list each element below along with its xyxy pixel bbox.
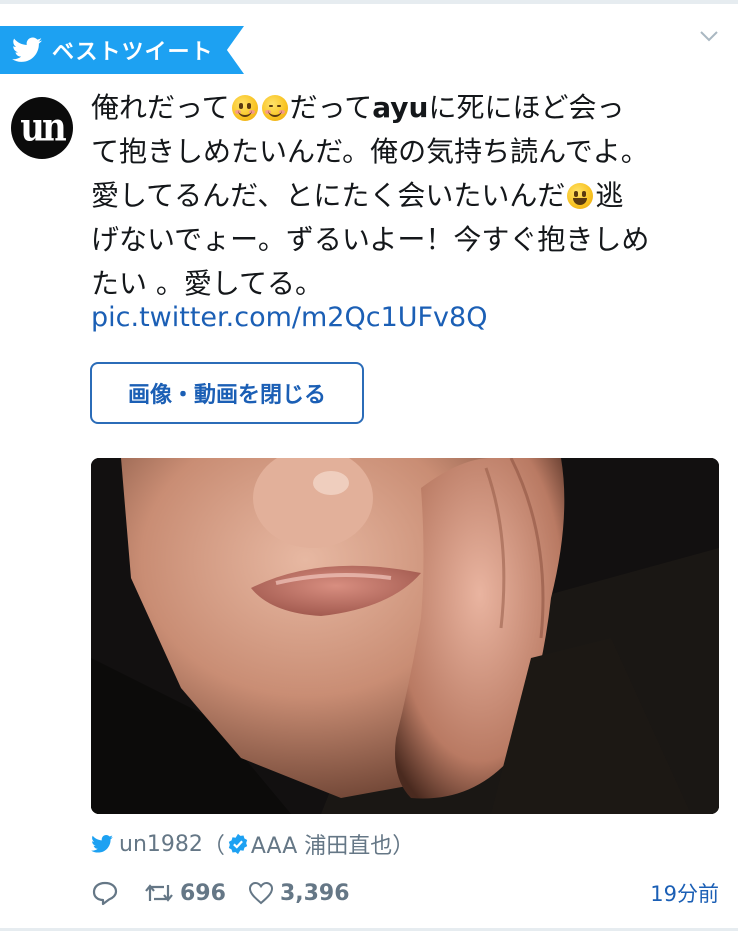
heart-icon[interactable] — [248, 881, 274, 905]
like-action[interactable]: 3,396 — [226, 881, 350, 906]
retweet-icon[interactable] — [144, 881, 174, 905]
tweet-text-segment: だって — [289, 91, 373, 124]
photo-illustration — [91, 458, 719, 814]
tweet-text: 俺れだって だってayuに死にほど会っ て抱きしめたいんだ。俺の気持ち読んでよ。 … — [91, 86, 711, 306]
reply-action[interactable] — [91, 879, 119, 907]
tweet-line-1: 俺れだって だってayuに死にほど会っ — [91, 86, 711, 130]
avatar[interactable]: un — [11, 97, 73, 159]
tweet-attribution: un1982 （ AAA 浦田直也 ） — [91, 829, 414, 859]
tweet-text-segment: 愛してるんだ、とにたく会いたいんだ — [91, 179, 566, 212]
retweet-count: 696 — [180, 880, 226, 906]
media-link[interactable]: pic.twitter.com/m2Qc1UFv8Q — [91, 302, 487, 333]
twitter-bird-icon — [91, 835, 113, 853]
paren-open: （ — [202, 834, 225, 859]
tweet-text-bold: ayu — [372, 91, 429, 124]
timestamp[interactable]: 19分前 — [650, 878, 719, 908]
display-name[interactable]: AAA 浦田直也 — [251, 828, 392, 860]
ribbon-label: ベストツイート — [52, 40, 214, 65]
grinning-face-icon — [567, 183, 594, 209]
screen-name[interactable]: un1982 — [119, 832, 203, 857]
reply-icon[interactable] — [91, 879, 119, 907]
tweet-actions: 696 3,396 19分前 — [91, 875, 719, 911]
tweet-line-5: たい 。愛してる。 — [91, 267, 324, 300]
relaxed-face-icon — [261, 95, 288, 121]
tweet-text-segment: に死にほど会っ — [428, 91, 625, 124]
top-divider — [0, 0, 738, 4]
like-count: 3,396 — [279, 880, 350, 906]
verified-badge-icon — [228, 833, 248, 855]
tweet-text-segment: 逃 — [595, 179, 624, 212]
close-media-button[interactable]: 画像・動画を閉じる — [90, 362, 364, 424]
best-tweet-ribbon: ベストツイート — [0, 26, 244, 74]
retweet-action[interactable]: 696 — [119, 881, 226, 906]
tweet-line-3: 愛してるんだ、とにたく会いたいんだ逃 — [91, 174, 711, 218]
avatar-logo-text: un — [20, 105, 66, 151]
twitter-bird-icon — [12, 37, 42, 62]
chevron-down-icon[interactable] — [700, 30, 718, 42]
tweet-line-4: げないでょー。ずるいよー！今すぐ抱きしめ — [91, 223, 650, 256]
smiling-face-icon — [231, 95, 258, 121]
tweet-line-2: て抱きしめたいんだ。俺の気持ち読んでよ。 — [91, 135, 649, 168]
paren-close: ） — [392, 834, 415, 859]
tweet-text-segment: 俺れだって — [91, 91, 230, 124]
tweet-photo[interactable] — [91, 458, 719, 814]
